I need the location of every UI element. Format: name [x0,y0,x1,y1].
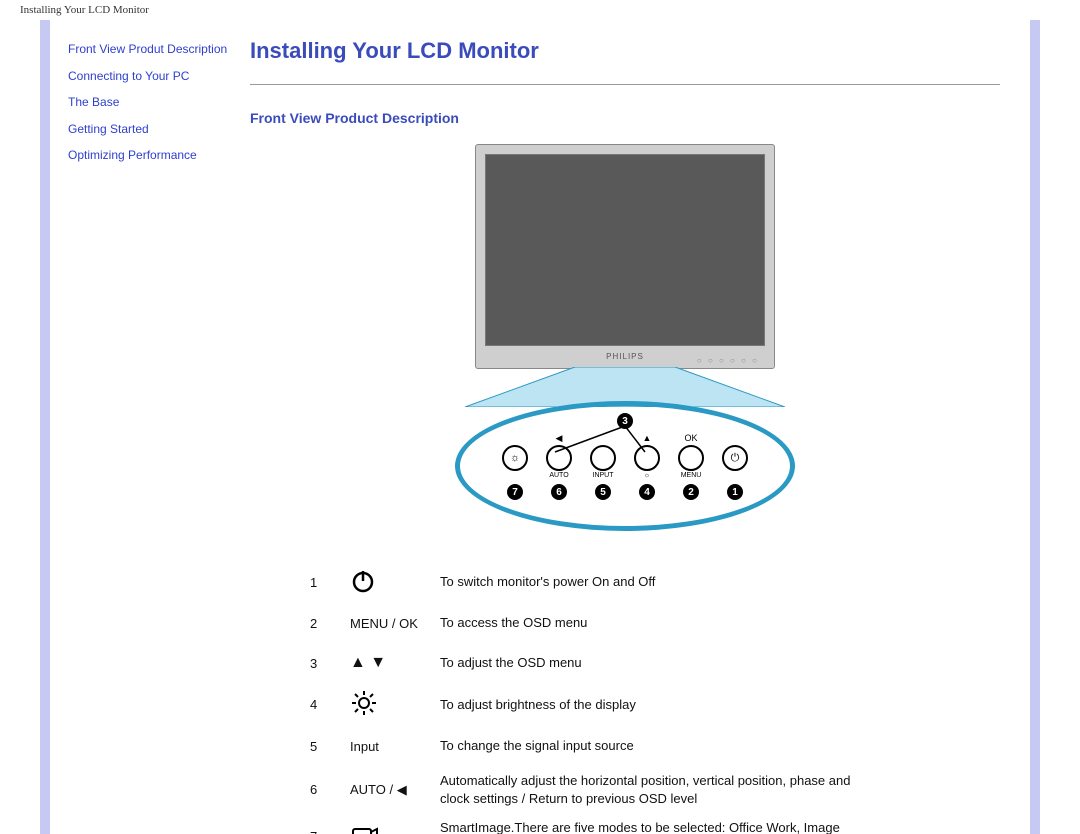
row-icon-cell: ▲ ▼ [340,643,430,683]
row-description: To change the signal input source [430,726,880,766]
page-title: Installing Your LCD Monitor [250,38,1000,64]
num-badge: 6 [551,484,567,500]
smartimage-icon [350,822,380,834]
table-row: 7 SmartImage.There are five modes to be s… [300,813,880,834]
row-description: To adjust the OSD menu [430,643,880,683]
row-description: To adjust brightness of the display [430,683,880,726]
row-number: 7 [300,813,340,834]
content-wrap: Front View Produt Description Connecting… [0,20,1080,834]
page-header: Installing Your LCD Monitor [0,0,1080,20]
main-content: Installing Your LCD Monitor Front View P… [250,20,1030,834]
button-below-label: INPUT [593,472,614,480]
row-number: 2 [300,603,340,643]
row-description: SmartImage.There are five modes to be se… [430,813,880,834]
row-number: 6 [300,766,340,813]
monitor-bezel: PHILIPS ○ ○ ○ ○ ○ ○ [485,346,765,368]
row-icon-cell [340,561,430,603]
row-number: 3 [300,643,340,683]
power-icon [350,567,376,595]
callout-lines-icon [460,426,790,454]
row-number: 5 [300,726,340,766]
sidebar-item-getting-started[interactable]: Getting Started [68,122,240,138]
table-row: 6 AUTO / ◀ Automatically adjust the horizo… [300,766,880,813]
icon-text-label: MENU / OK [350,609,418,637]
button-below-label: AUTO [549,472,568,480]
num-badge: 4 [639,484,655,500]
row-icon-cell [340,813,430,834]
row-description: Automatically adjust the horizontal posi… [430,766,880,813]
monitor-body: PHILIPS ○ ○ ○ ○ ○ ○ [475,144,775,369]
table-row: 2 MENU / OK To access the OSD menu [300,603,880,643]
icon-text-label: Input [350,732,379,760]
description-table: 1 To switch monitor's power On and Off 2 ME… [300,561,880,834]
button-below-label: MENU [681,472,702,480]
monitor-screen [485,154,765,346]
table-row: 4 To adjust brightness of the display [300,683,880,726]
bezel-button-dots: ○ ○ ○ ○ ○ ○ [697,350,759,372]
sidebar: Front View Produt Description Connecting… [50,20,250,834]
monitor-illustration: PHILIPS ○ ○ ○ ○ ○ ○ 3 [335,144,915,531]
table-row: 1 To switch monitor's power On and Off [300,561,880,603]
brightness-icon [350,689,378,717]
main-frame: Front View Produt Description Connecting… [40,20,1040,834]
row-number: 4 [300,683,340,726]
arrows-icon: ▲ ▼ [350,649,386,677]
table-row: 5 Input To change the signal input source [300,726,880,766]
button-zoom-panel: 3 ☼7◀AUTO6INPUT5▲☼4OKMENU2⏻1 [455,401,795,531]
table-row: 3 ▲ ▼ To adjust the OSD menu [300,643,880,683]
monitor-brand-label: PHILIPS [606,352,644,361]
sidebar-item-optimizing[interactable]: Optimizing Performance [68,148,240,164]
num-badge: 7 [507,484,523,500]
sidebar-item-the-base[interactable]: The Base [68,95,240,111]
icon-text-label: AUTO / ◀ [350,776,407,804]
num-badge: 5 [595,484,611,500]
row-icon-cell: AUTO / ◀ [340,766,430,813]
sidebar-item-front-view[interactable]: Front View Produt Description [68,42,240,58]
sidebar-item-connecting[interactable]: Connecting to Your PC [68,69,240,85]
section-title: Front View Product Description [250,110,1000,126]
row-icon-cell: MENU / OK [340,603,430,643]
row-description: To switch monitor's power On and Off [430,561,880,603]
row-number: 1 [300,561,340,603]
row-description: To access the OSD menu [430,603,880,643]
button-below-label: ☼ [644,472,650,480]
divider [250,84,1000,85]
row-icon-cell: Input [340,726,430,766]
row-icon-cell [340,683,430,726]
num-badge: 2 [683,484,699,500]
num-badge: 1 [727,484,743,500]
